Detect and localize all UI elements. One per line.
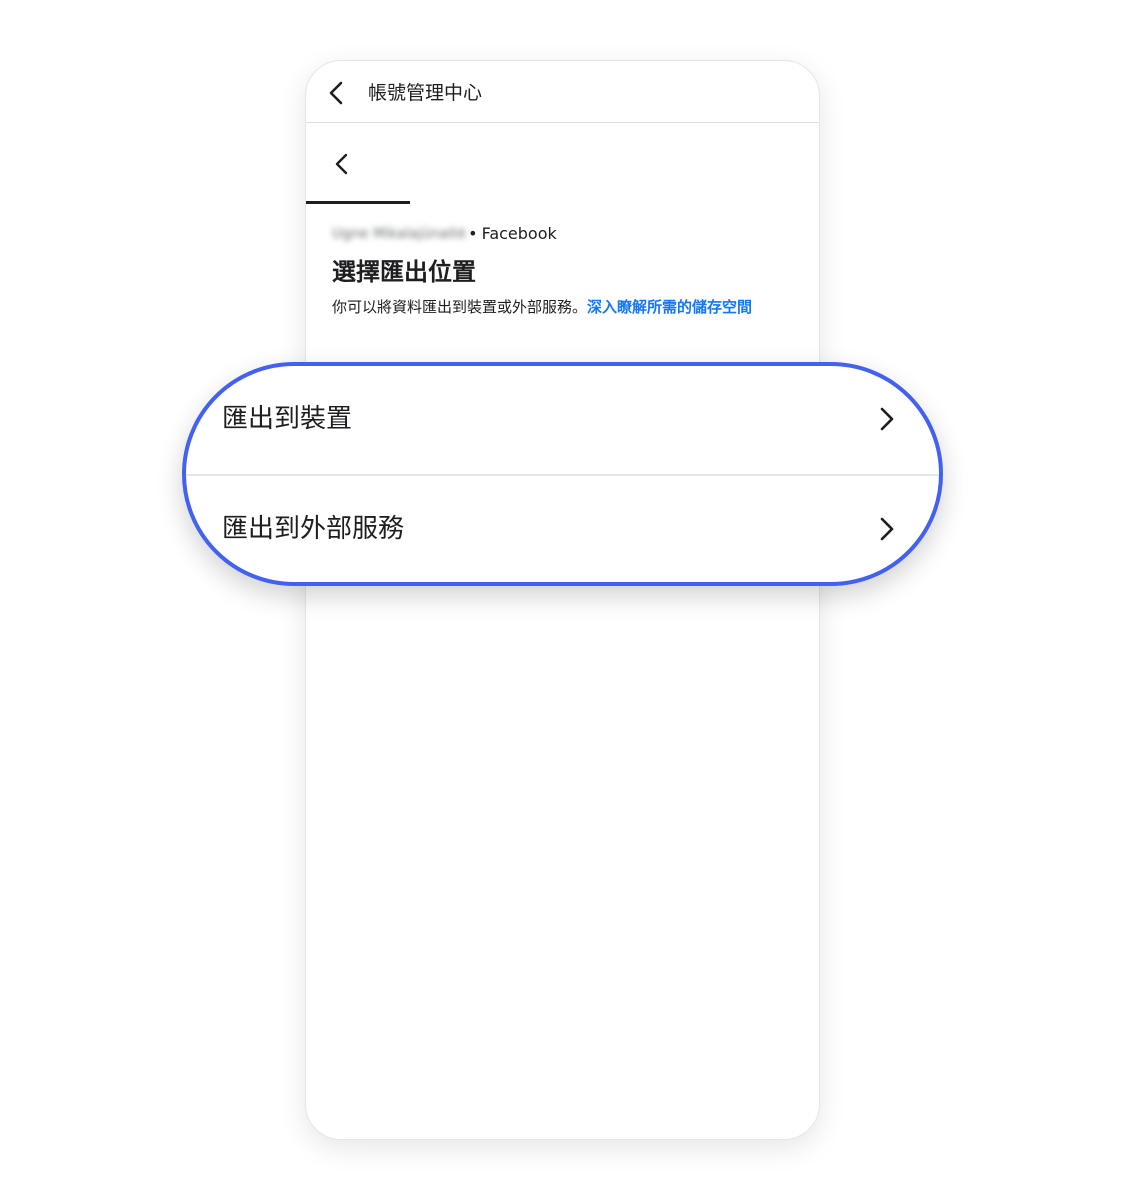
account-name: Ugne Mikalajūnaitė [332,226,467,242]
separator: • [468,224,478,243]
sub-back-button[interactable] [330,151,356,177]
chevron-right-icon [880,407,894,431]
account-line: Ugne Mikalajūnaitė • Facebook [332,223,802,245]
export-to-external-service-option[interactable]: 匯出到外部服務 [186,476,939,582]
page-title: 選擇匯出位置 [332,258,476,286]
top-bar: 帳號管理中心 [306,61,819,123]
option-label: 匯出到外部服務 [222,514,405,544]
phone-frame: 帳號管理中心 Ugne Mikalajūnaitė • Facebook 選擇匯… [305,60,820,1140]
storage-learn-more-link[interactable]: 深入瞭解所需的儲存空間 [587,298,752,316]
back-button[interactable] [324,80,350,106]
export-to-device-option[interactable]: 匯出到裝置 [186,366,939,474]
chevron-right-icon [880,517,894,541]
active-tab-indicator [306,201,410,204]
account-platform: Facebook [481,224,557,243]
chevron-left-icon [329,81,343,105]
export-options-callout: 匯出到裝置 匯出到外部服務 [182,362,943,586]
page-header-title: 帳號管理中心 [368,82,483,104]
chevron-left-icon [335,153,348,175]
sub-navigation [306,123,819,204]
stage: 帳號管理中心 Ugne Mikalajūnaitė • Facebook 選擇匯… [0,0,1125,1200]
option-label: 匯出到裝置 [222,404,353,434]
main-content: Ugne Mikalajūnaitė • Facebook 選擇匯出位置 你可以… [332,223,802,318]
description-text: 你可以將資料匯出到裝置或外部服務。 [332,298,588,316]
page-description: 你可以將資料匯出到裝置或外部服務。深入瞭解所需的儲存空間 [332,297,802,318]
